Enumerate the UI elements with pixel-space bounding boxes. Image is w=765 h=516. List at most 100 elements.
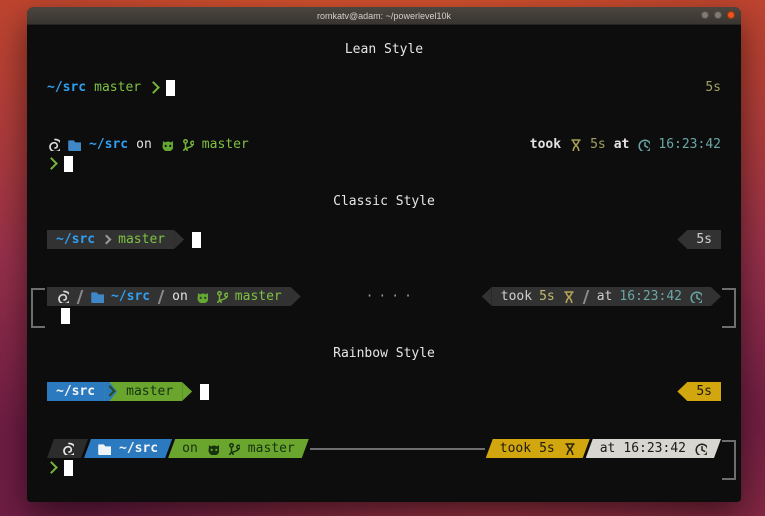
classic-prompt-short: ~/src master 5s xyxy=(47,230,721,249)
dir-path: ~/src xyxy=(47,80,86,95)
at-label: at xyxy=(597,289,613,304)
debian-swirl-icon xyxy=(47,138,60,151)
classic-input-line xyxy=(47,306,721,325)
debian-swirl-icon xyxy=(56,290,69,303)
prompt-chevron-icon xyxy=(147,81,160,94)
command-duration: 5s xyxy=(539,289,555,304)
clock-icon xyxy=(637,138,650,151)
window-controls xyxy=(701,11,735,19)
dir-path: ~/src xyxy=(89,137,128,152)
segment-arrow-icon xyxy=(104,382,117,401)
octocat-icon xyxy=(206,442,219,455)
frame-right-bracket xyxy=(722,440,736,480)
git-branch-icon xyxy=(227,442,240,455)
command-duration: 5s xyxy=(696,232,712,247)
at-label: at xyxy=(600,441,616,456)
git-branch-name: master xyxy=(235,289,282,304)
gap-filler-dots: ···· xyxy=(301,289,482,304)
git-branch-name: master xyxy=(248,441,295,456)
rainbow-prompt-full: ~/src on master took 5s xyxy=(47,439,721,477)
dir-segment: ~/src xyxy=(47,382,104,401)
rainbow-bar: ~/src on master took 5s xyxy=(47,439,721,458)
terminal-window: romkatv@adam: ~/powerlevel10k Lean Style… xyxy=(27,7,741,502)
terminal-content[interactable]: Lean Style ~/src master 5s ~/src on xyxy=(27,25,741,502)
rainbow-prompt-short: ~/src master 5s xyxy=(47,382,721,401)
thin-separator-icon xyxy=(77,290,84,304)
octocat-icon xyxy=(160,138,173,151)
took-label: took xyxy=(530,137,561,152)
rainbow-heading: Rainbow Style xyxy=(47,344,721,363)
lean-prompt-full-line2 xyxy=(47,154,721,173)
minimize-button[interactable] xyxy=(701,11,709,19)
powerline-arrow-icon xyxy=(677,230,687,249)
frame-right-bracket xyxy=(722,288,736,328)
on-label: on xyxy=(136,137,152,152)
branch-segment: on master xyxy=(168,439,309,458)
dir-path: ~/src xyxy=(56,232,95,247)
octocat-icon xyxy=(195,290,208,303)
thin-separator-icon xyxy=(158,290,165,304)
duration-segment: 5s xyxy=(687,382,721,401)
lean-prompt-short: ~/src master 5s xyxy=(47,78,721,97)
git-branch-icon xyxy=(215,290,228,303)
cursor xyxy=(61,308,70,324)
took-label: took xyxy=(500,441,531,456)
powerline-arrow-icon xyxy=(711,287,721,306)
right-bar: took 5s at 16:23:42 xyxy=(492,287,711,306)
clock-icon xyxy=(689,290,702,303)
debian-swirl-icon xyxy=(61,442,74,455)
cursor xyxy=(64,460,73,476)
lean-prompt-full-line1: ~/src on master took 5s at 16:23:42 xyxy=(47,135,721,154)
frame-left-bracket xyxy=(31,288,45,328)
git-branch-name: master xyxy=(126,384,173,399)
dir-path: ~/src xyxy=(111,289,150,304)
classic-heading: Classic Style xyxy=(47,192,721,211)
prompt-chevron-icon xyxy=(45,461,58,474)
git-branch-name: master xyxy=(118,232,165,247)
git-branch-name: master xyxy=(202,137,249,152)
powerline-arrow-icon xyxy=(482,287,492,306)
took-label: took xyxy=(501,289,532,304)
cursor xyxy=(192,232,201,248)
clock-icon xyxy=(694,442,707,455)
powerline-arrow-icon xyxy=(291,287,301,306)
folder-icon xyxy=(91,290,104,303)
time-segment: at 16:23:42 xyxy=(586,439,721,458)
time-value: 16:23:42 xyxy=(623,441,686,456)
command-duration: 5s xyxy=(590,137,606,152)
powerline-arrow-icon xyxy=(677,382,687,401)
titlebar[interactable]: romkatv@adam: ~/powerlevel10k xyxy=(27,7,741,25)
hourglass-icon xyxy=(562,290,575,303)
hourglass-icon xyxy=(563,442,576,455)
folder-icon xyxy=(98,442,111,455)
classic-bar: ~/src on master ···· took 5s xyxy=(47,287,721,306)
dir-path: ~/src xyxy=(119,441,158,456)
dir-segment: ~/src master xyxy=(47,230,174,249)
folder-icon xyxy=(68,138,81,151)
powerline-arrow-icon xyxy=(182,382,192,401)
close-button[interactable] xyxy=(727,11,735,19)
command-duration: 5s xyxy=(705,80,721,95)
lean-heading: Lean Style xyxy=(47,40,721,59)
hourglass-icon xyxy=(569,138,582,151)
rainbow-input-line xyxy=(47,458,721,477)
git-branch-icon xyxy=(181,138,194,151)
time-value: 16:23:42 xyxy=(619,289,682,304)
maximize-button[interactable] xyxy=(714,11,722,19)
dir-segment: ~/src xyxy=(84,439,172,458)
duration-segment: took 5s xyxy=(486,439,590,458)
on-label: on xyxy=(172,289,188,304)
cursor xyxy=(200,384,209,400)
command-duration: 5s xyxy=(539,441,555,456)
at-label: at xyxy=(614,137,630,152)
cursor xyxy=(64,156,73,172)
git-branch-name: master xyxy=(94,80,141,95)
left-bar: ~/src on master xyxy=(47,287,291,306)
branch-segment: master xyxy=(117,382,182,401)
command-duration: 5s xyxy=(696,384,712,399)
duration-segment: 5s xyxy=(687,230,721,249)
segment-separator-icon xyxy=(102,235,112,245)
time-value: 16:23:42 xyxy=(658,137,721,152)
thin-separator-icon xyxy=(582,290,589,304)
dir-path: ~/src xyxy=(56,384,95,399)
